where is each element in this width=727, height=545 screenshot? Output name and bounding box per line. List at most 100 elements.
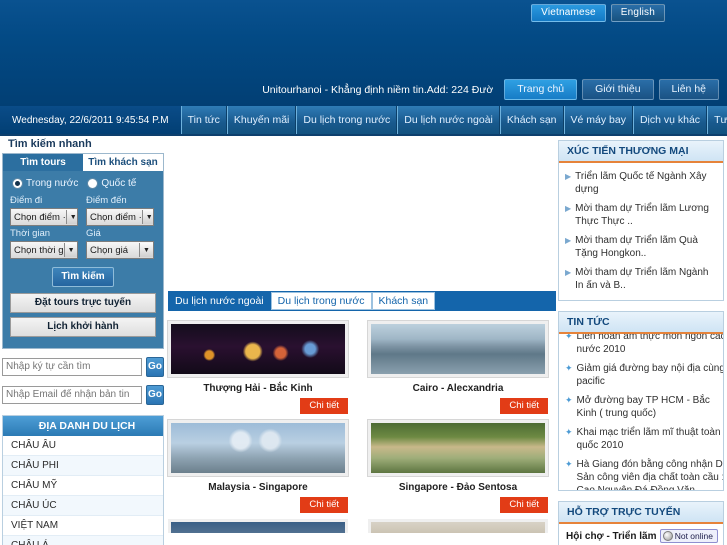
tin-tuc-panel: TIN TỨC ✦ Liên hoan ẩm thực món ngon các…: [558, 311, 724, 491]
newsletter-email-input[interactable]: [2, 386, 142, 404]
scope-radio-group: Trong nước Quốc tế: [12, 178, 156, 189]
tour-card: Cairo - Alecxandria Chi tiết: [367, 320, 549, 414]
nav-item-khach-san[interactable]: Khách sạn: [499, 106, 564, 134]
book-tours-online-button[interactable]: Đặt tours trực tuyến: [10, 293, 156, 313]
tour-card: [168, 519, 348, 533]
search-go-button[interactable]: Go: [146, 357, 164, 377]
destinations-list: CHÂU ÂU CHÂU PHI CHÂU MỸ CHÂU ÚC VIỆT NA…: [3, 436, 163, 545]
field-row-departure: Điểm đi Chọn điểm · ▼ Điểm đến Chọn điểm…: [10, 195, 156, 226]
tour-detail-button[interactable]: Chi tiết: [300, 497, 348, 513]
tour-card: [368, 519, 548, 533]
status-dot-icon: [662, 531, 673, 541]
tin-tuc-item[interactable]: ✦ Mở đường bay TP HCM - Bắc Kinh ( trung…: [565, 391, 723, 423]
label-diem-di: Điểm đi: [10, 195, 43, 206]
radio-dot-icon: [12, 178, 23, 189]
newsletter-row: Go: [2, 385, 164, 405]
nav-item-tin-tuc[interactable]: Tin tức: [180, 106, 227, 134]
chevron-down-icon: ▼: [139, 243, 153, 257]
tab-du-lich-trong-nuoc[interactable]: Du lịch trong nước: [270, 292, 372, 310]
tab-khach-san[interactable]: Khách sạn: [371, 292, 436, 310]
tour-detail-button[interactable]: Chi tiết: [500, 398, 548, 414]
support-status-badge[interactable]: Not online: [659, 529, 718, 543]
bullet-triangle-icon: ▶: [565, 236, 572, 245]
label-diem-den: Điểm đến: [86, 195, 127, 206]
select-diem-den[interactable]: Chọn điểm · ▼: [86, 208, 154, 226]
tour-detail-button[interactable]: Chi tiết: [300, 398, 348, 414]
right-sidebar: XÚC TIẾN THƯƠNG MẠI ▶ Triển lãm Quốc tế …: [558, 136, 724, 545]
tour-card-image[interactable]: [367, 419, 549, 477]
select-diem-di[interactable]: Chọn điểm · ▼: [10, 208, 78, 226]
destination-item-chau-uc[interactable]: CHÂU ÚC: [3, 496, 163, 516]
newsletter-go-button[interactable]: Go: [146, 385, 164, 405]
top-menu-contact[interactable]: Liên hệ: [658, 79, 719, 100]
tab-tim-khach-san[interactable]: Tìm khách sạn: [83, 154, 163, 171]
language-button-vietnamese[interactable]: Vietnamese: [531, 4, 606, 22]
tour-card-image[interactable]: [367, 320, 549, 378]
chevron-down-icon: ▼: [141, 210, 153, 224]
nav-item-tu-van[interactable]: Tư vấn: [707, 106, 727, 134]
tour-card-title: Thượng Hải - Bắc Kinh: [203, 383, 313, 394]
departure-schedule-button[interactable]: Lịch khởi hành: [10, 317, 156, 337]
main-navigation: Wednesday, 22/6/2011 9:45:54 P.M Tin tức…: [0, 106, 727, 136]
radio-quoc-te-label: Quốc tế: [101, 178, 137, 189]
nav-item-ve-may-bay[interactable]: Vé máy bay: [563, 106, 633, 134]
tour-card-action: Chi tiết: [368, 497, 548, 513]
destination-item-chau-my[interactable]: CHÂU MỸ: [3, 476, 163, 496]
destination-item-chau-phi[interactable]: CHÂU PHI: [3, 456, 163, 476]
site-search-row: Go: [2, 357, 164, 377]
site-header: Vietnamese English Unitourhanoi - Khẳng …: [0, 0, 727, 108]
tour-card-image[interactable]: [168, 519, 348, 533]
tab-tim-tours[interactable]: Tìm tours: [3, 154, 83, 171]
language-button-english[interactable]: English: [610, 4, 665, 22]
xuc-tien-item[interactable]: ▶ Triển lãm Quốc tế Ngành Xây dựng: [565, 167, 717, 199]
search-input[interactable]: [2, 358, 142, 376]
tin-tuc-item-label: Khai mạc triển lãm mĩ thuật toàn quốc 20…: [576, 427, 721, 451]
language-switcher: Vietnamese English: [531, 4, 665, 22]
tin-tuc-scroller[interactable]: ✦ Liên hoan ẩm thực món ngon các nước 20…: [559, 334, 723, 490]
search-submit-button[interactable]: Tìm kiếm: [52, 267, 114, 287]
tin-tuc-item[interactable]: ✦ Khai mạc triển lãm mĩ thuật toàn quốc …: [565, 423, 723, 455]
radio-quoc-te[interactable]: Quốc tế: [87, 178, 136, 189]
tin-tuc-item-label: Liên hoan ẩm thực món ngon các nước 2010: [576, 334, 723, 355]
tour-card-title: Malaysia - Singapore: [208, 482, 308, 493]
top-menu-home[interactable]: Trang chủ: [504, 79, 578, 100]
select-gia[interactable]: Chọn giá ▼: [86, 241, 154, 259]
tour-card-image[interactable]: [167, 419, 349, 477]
tin-tuc-item[interactable]: ✦ Liên hoan ẩm thực món ngon các nước 20…: [565, 334, 723, 359]
nav-item-du-lich-nuoc-ngoai[interactable]: Du lịch nước ngoài: [397, 106, 500, 134]
tour-card: Thượng Hải - Bắc Kinh Chi tiết: [167, 320, 349, 414]
select-thoi-gian[interactable]: Chọn thời g ▼: [10, 241, 78, 259]
nav-item-dich-vu-khac[interactable]: Dịch vụ khác: [632, 106, 708, 134]
destination-item-chau-au[interactable]: CHÂU ÂU: [3, 436, 163, 456]
select-diem-den-value: Chọn điểm ·: [90, 211, 142, 223]
nav-item-khuyen-mai[interactable]: Khuyến mãi: [226, 106, 297, 134]
destination-item-viet-nam[interactable]: VIỆT NAM: [3, 516, 163, 536]
tour-card-image[interactable]: [167, 320, 349, 378]
tour-card: Malaysia - Singapore Chi tiết: [167, 419, 349, 513]
field-diem-den: Điểm đến Chọn điểm · ▼: [86, 195, 154, 226]
bullet-plus-icon: ✦: [565, 427, 573, 437]
tour-card-action: Chi tiết: [368, 398, 548, 414]
xuc-tien-item[interactable]: ▶ Mời tham dự Triển lãm Lương Thực Thực …: [565, 199, 717, 231]
destination-item-chau-a[interactable]: CHÂU Á: [3, 536, 163, 545]
tour-card-action: Chi tiết: [168, 398, 348, 414]
tour-detail-button[interactable]: Chi tiết: [500, 497, 548, 513]
radio-trong-nuoc[interactable]: Trong nước: [12, 178, 78, 189]
tab-du-lich-nuoc-ngoai[interactable]: Du lịch nước ngoài: [168, 291, 271, 311]
support-status-text: Not online: [674, 531, 713, 541]
tin-tuc-list: ✦ Liên hoan ẩm thực món ngon các nước 20…: [559, 334, 723, 490]
tin-tuc-item[interactable]: ✦ Giảm giá đường bay nội địa cùng pacifi…: [565, 359, 723, 391]
xuc-tien-item[interactable]: ▶ Mời tham dự Triển lãm Ngành In ấn và B…: [565, 263, 717, 295]
xuc-tien-item[interactable]: ▶ Mời tham dự Triển lãm Quà Tặng Hongkon…: [565, 231, 717, 263]
bullet-plus-icon: ✦: [565, 363, 573, 373]
bullet-plus-icon: ✦: [565, 459, 573, 469]
field-thoi-gian: Thời gian Chọn thời g ▼: [10, 228, 78, 259]
chevron-down-icon: ▼: [65, 210, 77, 224]
nav-item-du-lich-trong-nuoc[interactable]: Du lịch trong nước: [296, 106, 398, 134]
tour-card-image[interactable]: [368, 519, 548, 533]
top-menu-about[interactable]: Giới thiệu: [582, 79, 654, 100]
ho-tro-panel: HỖ TRỢ TRỰC TUYẾN Hội chợ - Triển lãm No…: [558, 501, 724, 545]
field-row-time-price: Thời gian Chọn thời g ▼ Giá Chọn giá ▼: [10, 228, 156, 259]
tin-tuc-item[interactable]: ✦ Hà Giang đón bằng công nhận Di Sản côn…: [565, 455, 723, 490]
quick-search-title: Tìm kiếm nhanh: [8, 138, 92, 150]
